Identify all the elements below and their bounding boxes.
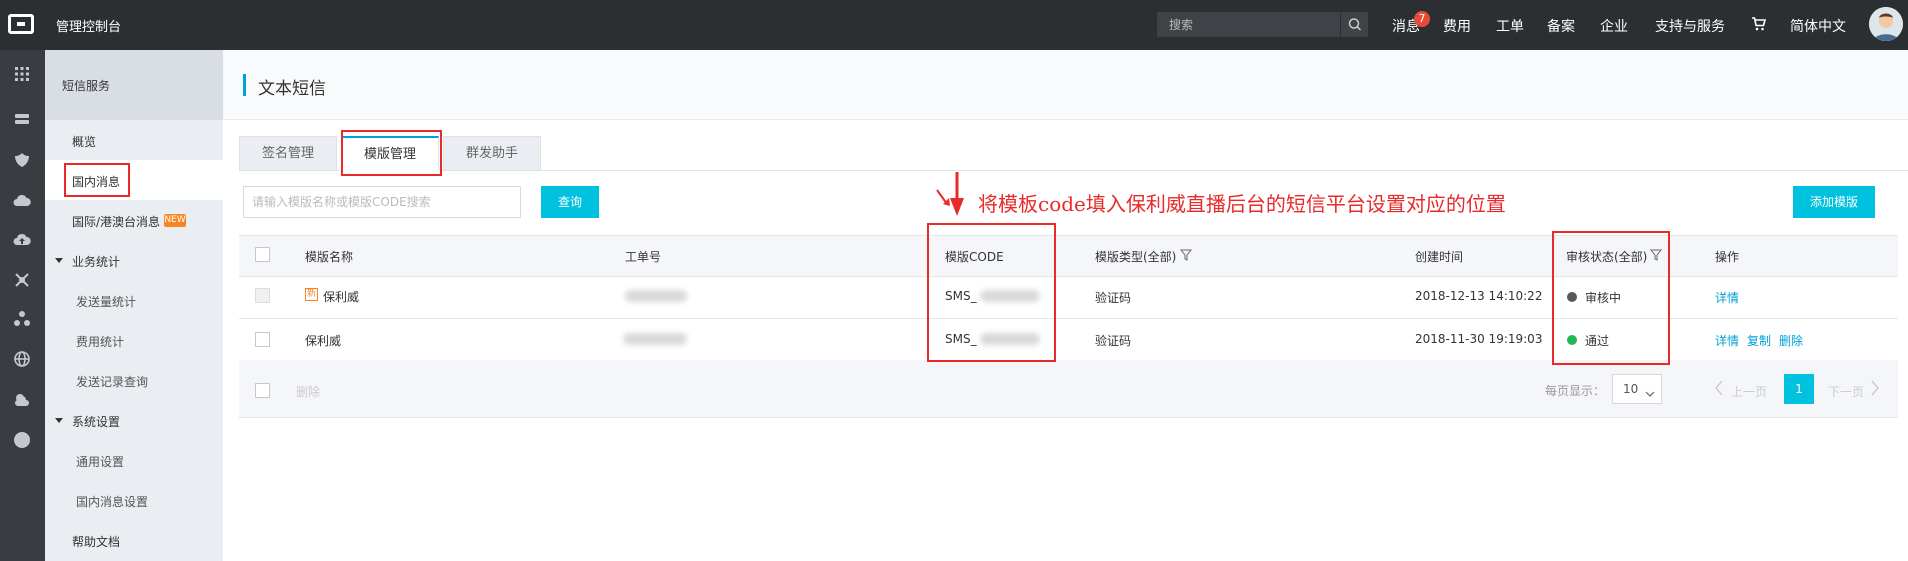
nav-support[interactable]: 支持与服务 [1655, 16, 1725, 36]
globe-icon[interactable] [12, 349, 32, 369]
sidebar-item-send-stats[interactable]: 发送量统计 [76, 293, 136, 310]
sidebar-group-stats[interactable]: 业务统计 [72, 253, 120, 270]
cart-icon[interactable] [1752, 17, 1767, 31]
column-actions: 操作 [1715, 250, 1740, 264]
sidebar-item-send-records[interactable]: 发送记录查询 [76, 373, 148, 390]
nav-cost[interactable]: 费用 [1443, 16, 1471, 36]
next-page-button[interactable]: 下一页 [1828, 383, 1864, 400]
sidebar-group-settings[interactable]: 系统设置 [72, 413, 120, 430]
new-tag: 新 [305, 288, 318, 301]
detail-link[interactable]: 详情 [1715, 332, 1739, 349]
add-template-button[interactable]: 添加模版 [1793, 186, 1875, 218]
batch-delete-button[interactable]: 删除 [296, 383, 320, 400]
delete-link[interactable]: 删除 [1779, 332, 1803, 349]
nav-ticket[interactable]: 工单 [1496, 16, 1524, 36]
search-icon[interactable] [1340, 12, 1368, 37]
messages-count-badge: 7 [1414, 11, 1430, 27]
row-checkbox[interactable] [255, 332, 270, 347]
tab-signature[interactable]: 签名管理 [239, 136, 337, 171]
row-checkbox[interactable] [255, 288, 270, 303]
sidebar-item-domestic-settings[interactable]: 国内消息设置 [76, 493, 148, 510]
column-created: 创建时间 [1415, 250, 1464, 264]
chevron-left-icon[interactable] [1714, 380, 1724, 396]
redacted-ticket [625, 290, 687, 302]
caret-down-icon[interactable] [55, 258, 63, 263]
global-search [1157, 12, 1368, 37]
row-type: 验证码 [1095, 334, 1132, 348]
shield-icon[interactable] [12, 150, 32, 170]
row-type: 验证码 [1095, 291, 1132, 305]
column-ticket: 工单号 [625, 250, 662, 264]
redacted-ticket [623, 333, 687, 345]
per-page-label: 每页显示： [1545, 384, 1606, 398]
select-all-checkbox[interactable] [255, 247, 270, 262]
sidebar-item-help[interactable]: 帮助文档 [72, 533, 120, 550]
prev-page-button[interactable]: 上一页 [1731, 383, 1767, 400]
nav-filing[interactable]: 备案 [1547, 16, 1575, 36]
annotation-arrow-icon [935, 172, 967, 216]
filter-icon[interactable] [1179, 249, 1193, 261]
row-created: 2018-12-13 14:10:22 [1415, 289, 1543, 303]
annotation-box-status-column [1552, 231, 1670, 365]
caret-down-icon[interactable] [55, 418, 63, 423]
network-icon[interactable] [12, 270, 32, 290]
annotation-text: 将模板code填入保利威直播后台的短信平台设置对应的位置 [978, 192, 1506, 216]
sidebar-item-overview[interactable]: 概览 [72, 133, 96, 150]
column-name: 模版名称 [305, 250, 354, 264]
weather-icon[interactable] [12, 390, 32, 410]
column-type[interactable]: 模版类型(全部) [1095, 248, 1176, 265]
global-search-input[interactable] [1157, 12, 1337, 37]
circle-icon[interactable] [12, 430, 32, 450]
title-accent-bar [243, 74, 246, 96]
nav-enterprise[interactable]: 企业 [1600, 16, 1628, 36]
user-avatar[interactable] [1869, 7, 1903, 41]
sidebar-item-general-settings[interactable]: 通用设置 [76, 453, 124, 470]
page-1-button[interactable]: 1 [1784, 374, 1814, 404]
cloud-icon[interactable] [12, 191, 32, 211]
annotation-box-domestic [64, 163, 130, 197]
sidebar-item-cost-stats[interactable]: 费用统计 [76, 333, 124, 350]
cluster-icon[interactable] [12, 309, 32, 329]
row-name: 保利威 [305, 334, 342, 348]
row-name: 保利威 [323, 290, 360, 304]
new-badge: NEW [164, 214, 186, 227]
sidebar-item-international[interactable]: 国际/港澳台消息 [72, 213, 160, 230]
aliyun-logo-icon[interactable] [8, 14, 34, 34]
per-page-value: 10 [1623, 382, 1639, 396]
row-created: 2018-11-30 19:19:03 [1415, 332, 1543, 346]
page-title: 文本短信 [258, 79, 326, 99]
sidebar-title: 短信服务 [62, 79, 111, 93]
copy-link[interactable]: 复制 [1747, 332, 1771, 349]
nav-language[interactable]: 简体中文 [1790, 16, 1846, 36]
cloud-upload-icon[interactable] [12, 230, 32, 250]
page-header [223, 50, 1908, 120]
annotation-box-code-column [927, 223, 1056, 362]
chevron-down-icon[interactable] [1645, 386, 1655, 397]
query-button[interactable]: 查询 [541, 186, 599, 218]
template-search-input[interactable] [243, 186, 521, 218]
annotation-box-template-tab [341, 130, 442, 176]
detail-link[interactable]: 详情 [1715, 289, 1739, 306]
server-icon[interactable] [12, 110, 32, 130]
tab-bulk[interactable]: 群发助手 [443, 136, 541, 171]
grid-apps-icon[interactable] [12, 64, 32, 84]
footer-select-all-checkbox[interactable] [255, 383, 270, 398]
console-title[interactable]: 管理控制台 [56, 16, 121, 35]
chevron-right-icon[interactable] [1870, 380, 1880, 396]
